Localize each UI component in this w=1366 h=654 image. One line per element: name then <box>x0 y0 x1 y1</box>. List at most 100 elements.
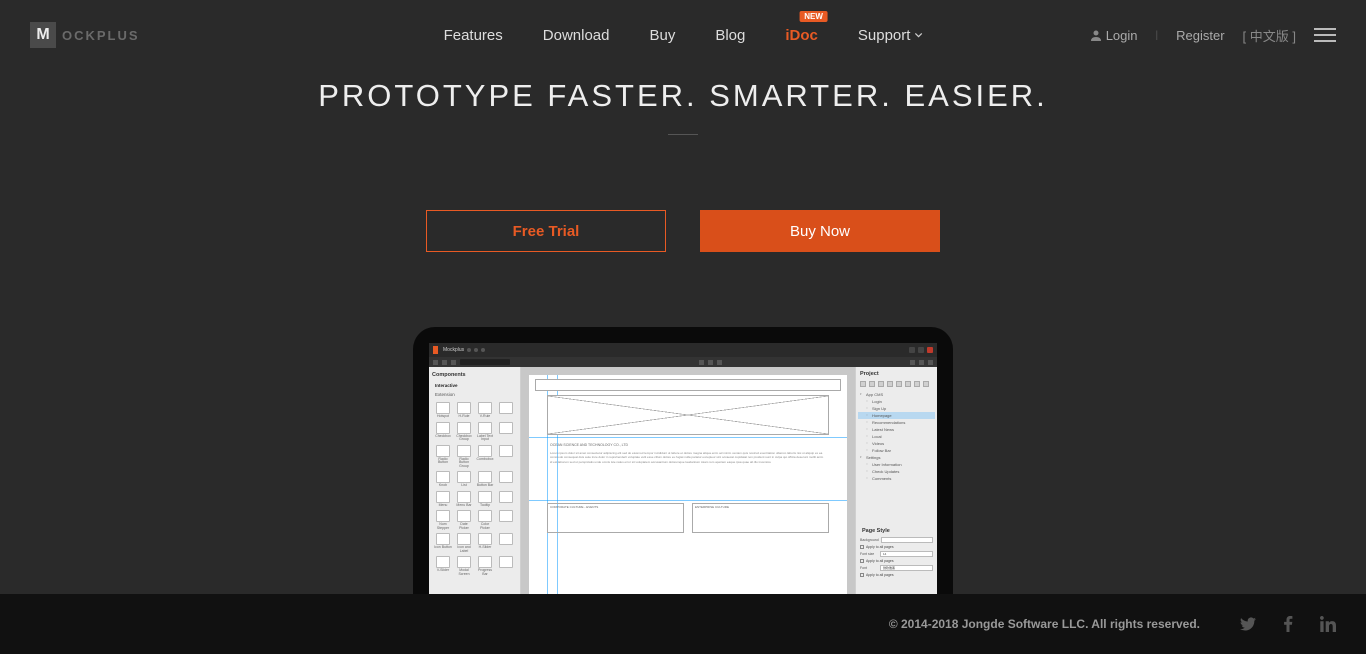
component-icon <box>478 510 492 522</box>
wireframe-banner <box>547 395 829 435</box>
nav-download[interactable]: Download <box>543 27 610 44</box>
component-item: Date Picker <box>455 510 473 530</box>
nav-features[interactable]: Features <box>444 27 503 44</box>
linkedin-icon[interactable] <box>1320 616 1336 632</box>
menu-icon[interactable] <box>1314 28 1336 42</box>
tree-item: Follow Bar <box>858 447 935 454</box>
component-item <box>497 556 515 576</box>
tree-item: Check Updates <box>858 468 935 475</box>
component-icon <box>457 402 471 414</box>
checkbox-icon <box>860 545 864 549</box>
device-frame: Mockplus <box>0 327 1366 612</box>
project-panel: Project App CMSLoginSign UpHomepageRecom… <box>855 367 937 612</box>
nav-support[interactable]: Support <box>858 27 923 44</box>
toolbar-icon <box>910 360 915 365</box>
style-title: Page Style <box>860 526 933 536</box>
tree-item: Sign Up <box>858 405 935 412</box>
buy-now-button[interactable]: Buy Now <box>700 210 940 252</box>
toolbar-icon <box>699 360 704 365</box>
font-field: 微软雅黑 <box>880 565 933 571</box>
window-control <box>909 347 915 353</box>
logo[interactable]: M OCKPLUS <box>30 22 140 48</box>
style-row: Font 微软雅黑 <box>860 564 933 572</box>
app-title: Mockplus <box>443 347 464 353</box>
component-icon <box>478 471 492 483</box>
component-item: Label Text Input <box>476 422 494 442</box>
component-item: Modal Screen <box>455 556 473 576</box>
app-brand-icon <box>433 346 438 354</box>
language-link[interactable]: [ 中文版 ] <box>1243 26 1296 45</box>
component-icon <box>457 422 471 434</box>
canvas-area: OCEAN SCIENCE AND TECHNOLOGY CO., LTD Lo… <box>521 367 855 612</box>
component-icon <box>457 491 471 503</box>
component-item: Progress Bar <box>476 556 494 576</box>
facebook-icon[interactable] <box>1280 616 1296 632</box>
section-extension: Extension <box>432 390 517 399</box>
component-icon <box>499 491 513 503</box>
component-icon <box>499 471 513 483</box>
component-icon <box>478 556 492 568</box>
component-item: List <box>455 471 473 488</box>
tree-item: Homepage <box>858 412 935 419</box>
login-link[interactable]: Login <box>1090 28 1138 43</box>
nav-blog[interactable]: Blog <box>715 27 745 44</box>
logo-mark-icon: M <box>30 22 56 48</box>
copyright: © 2014-2018 Jongde Software LLC. All rig… <box>889 617 1200 631</box>
dot-icon <box>481 348 485 352</box>
divider <box>668 134 698 135</box>
tool-icon <box>860 381 866 387</box>
nav-buy[interactable]: Buy <box>649 27 675 44</box>
component-item: Menu Bar <box>455 491 473 508</box>
dot-icon <box>467 348 471 352</box>
panel-icons <box>858 379 935 389</box>
component-label: V-Rule <box>480 415 491 419</box>
toolbar-icon <box>442 360 447 365</box>
tree-item: User Information <box>858 461 935 468</box>
component-icon <box>499 510 513 522</box>
twitter-icon[interactable] <box>1240 616 1256 632</box>
component-item: H-Slider <box>476 533 494 553</box>
tree-item: Settings <box>858 454 935 461</box>
component-label: Modal Screen <box>455 569 473 576</box>
register-link[interactable]: Register <box>1176 28 1224 43</box>
canvas: OCEAN SCIENCE AND TECHNOLOGY CO., LTD Lo… <box>529 375 847 612</box>
footer: © 2014-2018 Jongde Software LLC. All rig… <box>0 594 1366 654</box>
component-label: Checkbox Group <box>455 435 473 442</box>
topbar: M OCKPLUS Features Download Buy Blog iDo… <box>0 0 1366 70</box>
component-label: H-Rule <box>459 415 470 419</box>
component-label: Radio Button Group <box>455 458 473 469</box>
wireframe-text: OCEAN SCIENCE AND TECHNOLOGY CO., LTD Lo… <box>547 440 829 495</box>
component-label: Button Bar <box>477 484 494 488</box>
social-links <box>1240 616 1336 632</box>
nav-idoc[interactable]: iDoc NEW <box>785 27 818 44</box>
font-size-field: 14 <box>880 551 933 557</box>
component-icon <box>457 510 471 522</box>
component-icon <box>499 533 513 545</box>
component-icon <box>436 445 450 457</box>
component-item: Knob <box>434 471 452 488</box>
component-icon <box>436 402 450 414</box>
tool-icon <box>896 381 902 387</box>
hero: PROTOTYPE FASTER. SMARTER. EASIER. Free … <box>0 70 1366 252</box>
component-icon <box>457 533 471 545</box>
tool-icon <box>923 381 929 387</box>
component-label: V-Slider <box>437 569 449 573</box>
component-icon <box>478 422 492 434</box>
component-label: Checkbox <box>435 435 451 439</box>
component-icon <box>499 445 513 457</box>
wireframe-cards: CORPORATE CULTURE - EVENTS ENTERPRISE CU… <box>547 503 829 533</box>
component-item: H-Rule <box>455 402 473 419</box>
component-icon <box>478 445 492 457</box>
tool-icon <box>887 381 893 387</box>
checkbox-icon <box>860 559 864 563</box>
component-icon <box>436 510 450 522</box>
style-row: Font size 14 <box>860 550 933 558</box>
tree-item: Comments <box>858 475 935 482</box>
cta-row: Free Trial Buy Now <box>0 210 1366 252</box>
component-item: Icon and Label <box>455 533 473 553</box>
component-label: Icon Button <box>434 546 452 550</box>
component-label: Menu Bar <box>456 504 471 508</box>
tree-item: App CMS <box>858 391 935 398</box>
tree-item: Latest News <box>858 426 935 433</box>
free-trial-button[interactable]: Free Trial <box>426 210 666 252</box>
